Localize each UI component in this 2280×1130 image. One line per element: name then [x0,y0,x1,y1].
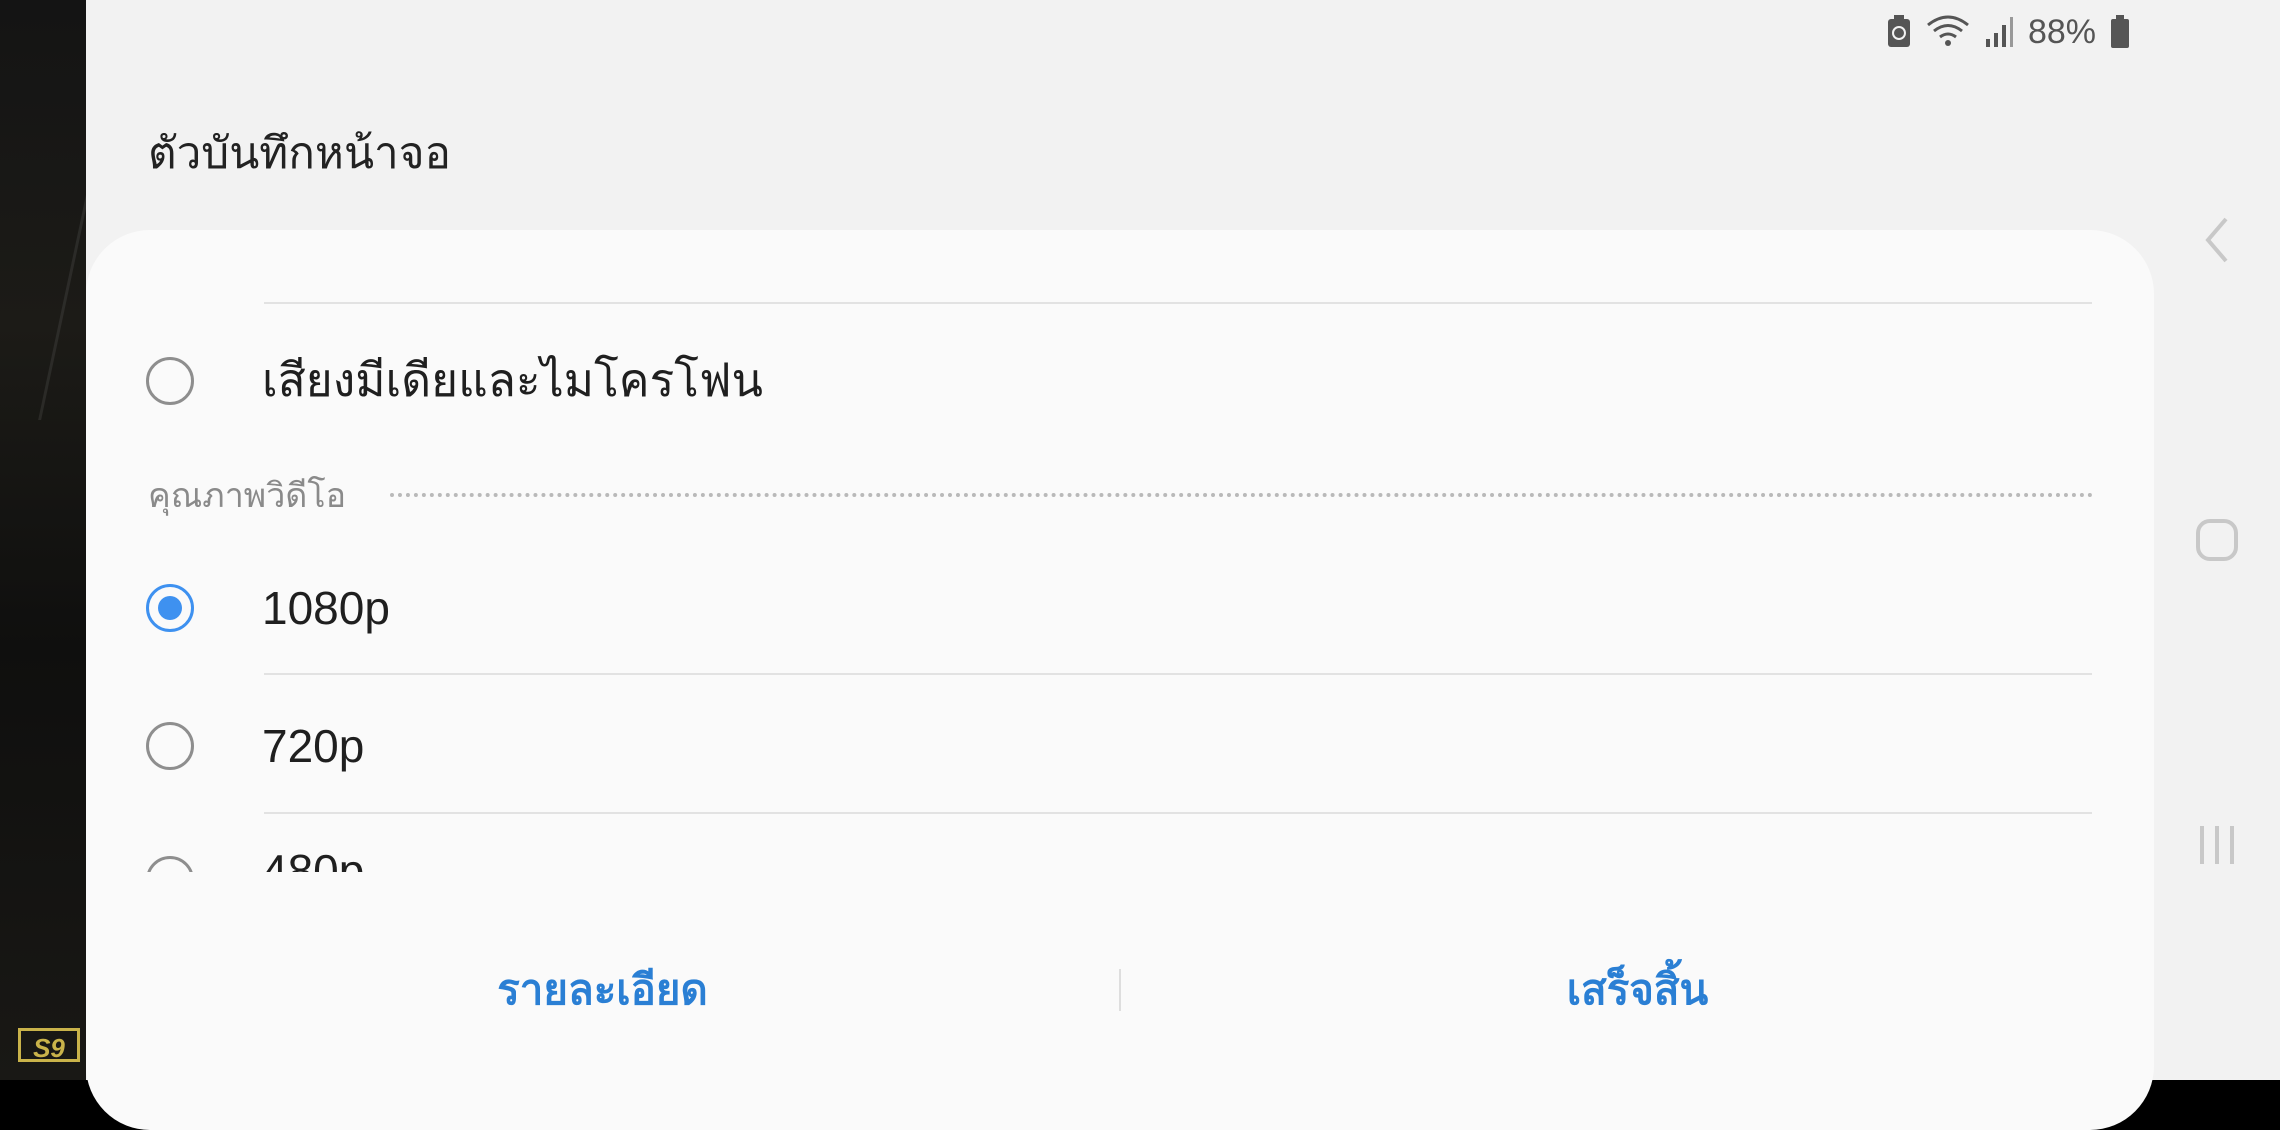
navigation-bar [2154,0,2280,1080]
details-button[interactable]: รายละเอียด [86,957,1119,1023]
quality-480p-label: 480p [262,852,364,872]
recent-apps-button[interactable] [2154,815,2280,875]
video-quality-header-label: คุณภาพวิดีโอ [148,477,347,515]
quality-1080p-label: 1080p [262,582,390,634]
game-badge: S9 [18,1028,80,1063]
dialog-button-bar: รายละเอียด เสร็จสิ้น [86,950,2154,1030]
sound-option-row[interactable]: เสียงมีเดียและไมโครโฟน [146,344,763,417]
quality-option-480p[interactable]: 480p [146,852,446,872]
divider [264,302,2092,304]
back-button[interactable] [2154,210,2280,270]
dialog-title: ตัวบันทึกหน้าจอ [148,129,451,178]
quality-option-1080p[interactable]: 1080p [146,581,390,635]
battery-icon [2111,15,2129,48]
background-tree [0,120,90,420]
back-icon [2205,217,2228,263]
quality-720p-radio[interactable] [146,722,194,770]
sound-option-radio[interactable] [146,356,194,405]
divider [264,673,2092,675]
quality-720p-label: 720p [262,720,365,772]
home-icon [2196,519,2238,561]
done-button[interactable]: เสร็จสิ้น [1121,957,2154,1023]
background-game-scene: S9 [0,0,90,1080]
sound-option-label: เสียงมีเดียและไมโครโฟน [262,354,763,406]
quality-option-720p[interactable]: 720p [146,719,364,773]
status-bar: 88% [1554,8,2154,56]
dotted-divider [390,493,2094,497]
video-quality-header: คุณภาพวิดีโอ [148,468,2094,522]
quality-1080p-radio[interactable] [146,584,194,632]
recent-apps-icon [2200,826,2234,864]
signal-icon [1985,17,2013,47]
wifi-icon [1927,15,1969,46]
quality-480p-radio[interactable] [146,856,194,872]
battery-saver-icon [1887,15,1910,47]
divider [264,812,2092,814]
home-button[interactable] [2154,510,2280,570]
battery-percent: 88% [2027,12,2096,51]
